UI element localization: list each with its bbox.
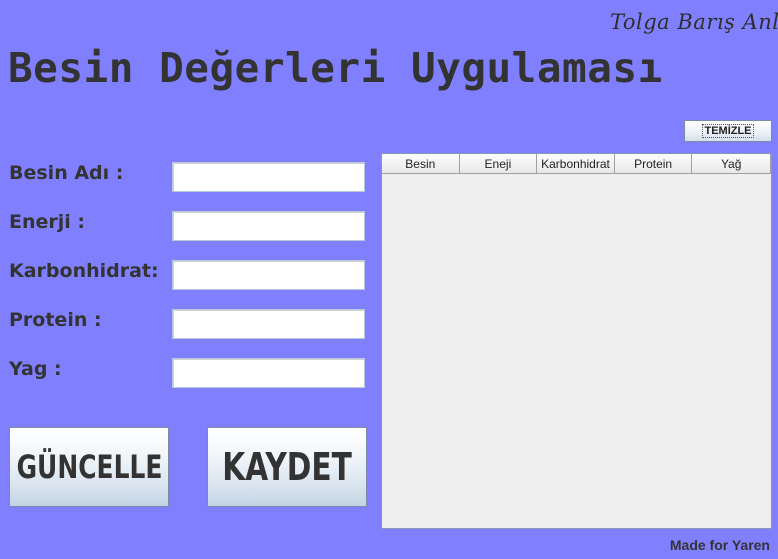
table-body[interactable] (382, 174, 771, 528)
protein-input[interactable] (172, 309, 365, 339)
food-table[interactable]: Besin Eneji Karbonhidrat Protein Yağ (381, 153, 772, 529)
column-header-fat[interactable]: Yağ (692, 154, 771, 174)
author-signature: Tolga Barış Anlı (610, 10, 778, 34)
protein-label: Protein : (9, 309, 102, 331)
clear-button[interactable]: TEMİZLE (684, 120, 772, 142)
food-name-label: Besin Adı : (9, 162, 124, 184)
save-button[interactable]: KAYDET (207, 427, 367, 507)
energy-input[interactable] (172, 211, 365, 241)
energy-label: Enerji : (9, 211, 85, 233)
column-header-protein[interactable]: Protein (614, 154, 693, 174)
fat-input[interactable] (172, 358, 365, 388)
update-button-label: GÜNCELLE (16, 448, 162, 486)
column-header-carbohydrate[interactable]: Karbonhidrat (537, 154, 615, 174)
table-header: Besin Eneji Karbonhidrat Protein Yağ (382, 154, 771, 174)
page-title: Besin Değerleri Uygulaması (8, 44, 663, 92)
column-header-food[interactable]: Besin (382, 154, 460, 174)
update-button[interactable]: GÜNCELLE (9, 427, 169, 507)
fat-label: Yag : (9, 358, 62, 380)
carbohydrate-input[interactable] (172, 260, 365, 290)
clear-button-label: TEMİZLE (702, 124, 754, 138)
column-header-energy[interactable]: Eneji (459, 154, 538, 174)
food-name-input[interactable] (172, 162, 365, 192)
carbohydrate-label: Karbonhidrat: (9, 260, 159, 282)
save-button-label: KAYDET (222, 445, 352, 489)
footer-credit: Made for Yaren (669, 537, 770, 553)
